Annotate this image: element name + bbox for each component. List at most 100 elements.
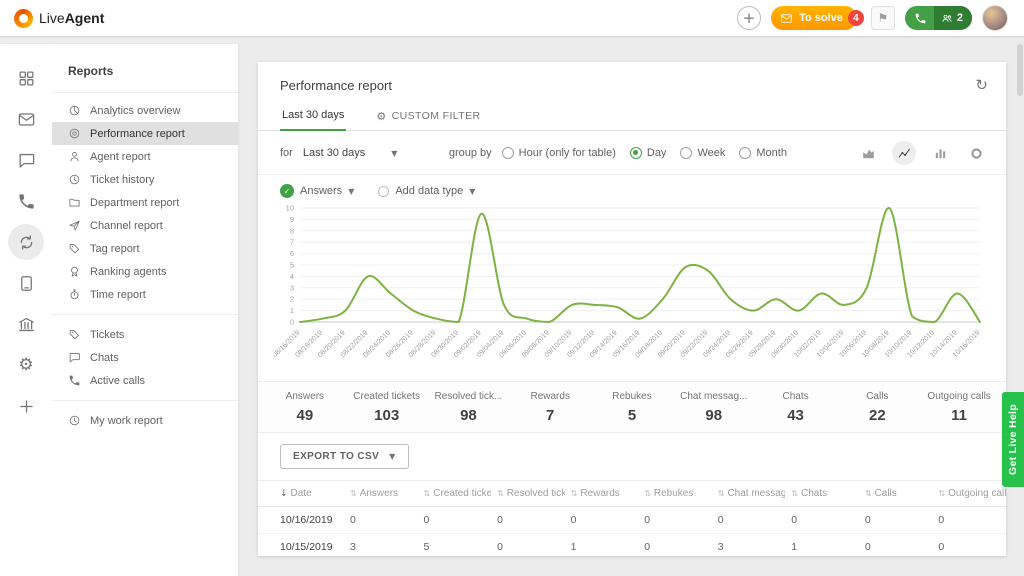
sidebar-item-analytics-overview[interactable]: Analytics overview bbox=[52, 99, 238, 122]
clock-icon bbox=[68, 173, 81, 186]
empty-circle-icon bbox=[378, 186, 389, 197]
reports-sidebar: Reports Analytics overviewPerformance re… bbox=[52, 44, 238, 576]
column-header-chat-messages[interactable]: ⇅Chat messages bbox=[712, 481, 786, 507]
chart-type-area-button[interactable] bbox=[856, 141, 880, 165]
sidebar-divider bbox=[52, 400, 238, 401]
column-header-rebukes[interactable]: ⇅Rebukes bbox=[638, 481, 712, 507]
export-csv-button[interactable]: EXPORT TO CSV ▼ bbox=[280, 444, 409, 469]
liveagent-logo-icon bbox=[14, 9, 33, 28]
chart-type-line-button[interactable] bbox=[892, 141, 916, 165]
sidebar-item-department-report[interactable]: Department report bbox=[52, 191, 238, 214]
rail-item-calls[interactable] bbox=[8, 183, 44, 219]
column-header-resolved-tickets[interactable]: ⇅Resolved tickets bbox=[491, 481, 565, 507]
add-data-type-dropdown[interactable]: Add data type ▼ bbox=[378, 185, 475, 197]
gear-icon: ⚙ bbox=[376, 111, 386, 122]
phone-icon bbox=[68, 374, 81, 387]
sidebar-item-performance-report[interactable]: Performance report bbox=[52, 122, 238, 145]
column-header-rewards[interactable]: ⇅Rewards bbox=[565, 481, 639, 507]
sidebar-item-label: Chats bbox=[90, 352, 119, 364]
mail-icon bbox=[780, 12, 793, 25]
column-header-calls[interactable]: ⇅Calls bbox=[859, 481, 933, 507]
tab-last-30-days[interactable]: Last 30 days bbox=[280, 103, 346, 131]
table-cell: 1 bbox=[565, 534, 639, 557]
date-range-select[interactable]: Last 30 days ▼ bbox=[303, 147, 423, 159]
get-live-help-button[interactable]: Get Live Help bbox=[1002, 392, 1024, 487]
column-label: Chats bbox=[801, 488, 827, 499]
chart-type-bars-button[interactable] bbox=[928, 141, 952, 165]
tag-icon bbox=[68, 328, 81, 341]
medal-icon bbox=[68, 265, 81, 278]
rail-item-settings[interactable]: ⚙ bbox=[8, 347, 44, 383]
svg-text:10: 10 bbox=[286, 204, 294, 213]
to-solve-button[interactable]: To solve bbox=[771, 6, 857, 30]
sidebar-item-channel-report[interactable]: Channel report bbox=[52, 214, 238, 237]
column-header-answers[interactable]: ⇅Answers bbox=[344, 481, 418, 507]
metric-calls: Calls22 bbox=[836, 391, 918, 424]
avatar[interactable] bbox=[982, 5, 1008, 31]
sidebar-item-tag-report[interactable]: Tag report bbox=[52, 237, 238, 260]
radio-circle-icon bbox=[502, 147, 514, 159]
table-cell: 0 bbox=[344, 507, 418, 534]
column-label: Date bbox=[291, 488, 312, 499]
metric-answers: Answers49 bbox=[264, 391, 346, 424]
sidebar-item-ranking-agents[interactable]: Ranking agents bbox=[52, 260, 238, 283]
column-label: Answers bbox=[360, 488, 398, 499]
sidebar-item-ticket-history[interactable]: Ticket history bbox=[52, 168, 238, 191]
sort-icon: ⇅ bbox=[718, 489, 725, 498]
sidebar-item-active-calls[interactable]: Active calls bbox=[52, 369, 238, 392]
sidebar-item-label: Ticket history bbox=[90, 174, 154, 186]
rail-item-reports[interactable] bbox=[8, 224, 44, 260]
rail-item-contacts[interactable] bbox=[8, 265, 44, 301]
table-cell: 0 bbox=[859, 507, 933, 534]
chart-type-donut-button[interactable] bbox=[964, 141, 988, 165]
to-solve-wrap: To solve 4 bbox=[771, 6, 857, 30]
group-by-radios: Hour (only for table) Day Week Month bbox=[502, 147, 787, 159]
svg-text:2: 2 bbox=[290, 295, 294, 304]
tab-label: Last 30 days bbox=[282, 109, 344, 121]
calls-button[interactable]: 2 bbox=[905, 6, 972, 30]
metric-outgoing-calls: Outgoing calls11 bbox=[918, 391, 1000, 424]
series-answers-dropdown[interactable]: ✓ Answers ▼ bbox=[280, 184, 354, 198]
metric-value: 43 bbox=[755, 407, 837, 424]
radio-hour-only-for-table[interactable]: Hour (only for table) bbox=[502, 147, 616, 159]
liveagent-logo[interactable]: LiveAgent bbox=[14, 9, 104, 28]
tab-custom-filter[interactable]: ⚙ CUSTOM FILTER bbox=[374, 104, 482, 130]
flag-button[interactable]: ⚑ bbox=[871, 6, 895, 30]
sidebar-item-label: Tag report bbox=[90, 243, 140, 255]
add-new-button[interactable]: + bbox=[737, 6, 761, 30]
rail-item-dashboard[interactable] bbox=[8, 60, 44, 96]
radio-day[interactable]: Day bbox=[630, 147, 667, 159]
metric-label: Answers bbox=[264, 391, 346, 402]
page-title: Performance report bbox=[280, 78, 392, 93]
export-row: EXPORT TO CSV ▼ bbox=[258, 433, 1006, 480]
rail-item-add[interactable] bbox=[8, 388, 44, 424]
bank-icon bbox=[17, 315, 36, 334]
rail-item-billing[interactable] bbox=[8, 306, 44, 342]
metric-chat-messag: Chat messag...98 bbox=[673, 391, 755, 424]
scrollbar-thumb[interactable] bbox=[1017, 44, 1023, 96]
column-header-created-tickets[interactable]: ⇅Created tickets bbox=[418, 481, 492, 507]
sidebar-item-time-report[interactable]: Time report bbox=[52, 283, 238, 306]
table-cell: 0 bbox=[565, 507, 639, 534]
table-cell: 0 bbox=[932, 507, 1006, 534]
person-icon bbox=[68, 150, 81, 163]
metric-resolved-tick: Resolved tick...98 bbox=[428, 391, 510, 424]
radio-week[interactable]: Week bbox=[680, 147, 725, 159]
sidebar-item-my-work-report[interactable]: My work report bbox=[52, 409, 238, 432]
add-data-type-label: Add data type bbox=[395, 185, 463, 197]
refresh-icon[interactable]: ↻ bbox=[975, 78, 988, 93]
sidebar-item-chats[interactable]: Chats bbox=[52, 346, 238, 369]
radio-month[interactable]: Month bbox=[739, 147, 787, 159]
rail-item-tickets[interactable] bbox=[8, 101, 44, 137]
report-tabs: Last 30 days ⚙ CUSTOM FILTER bbox=[258, 103, 1006, 131]
radio-label: Day bbox=[647, 147, 667, 159]
column-header-date[interactable]: ↓Date bbox=[258, 481, 344, 507]
sidebar-item-tickets[interactable]: Tickets bbox=[52, 323, 238, 346]
column-header-chats[interactable]: ⇅Chats bbox=[785, 481, 859, 507]
column-header-outgoing-calls[interactable]: ⇅Outgoing calls bbox=[932, 481, 1006, 507]
chevron-down-icon: ▼ bbox=[469, 187, 475, 196]
for-label: for bbox=[280, 147, 293, 159]
rail-item-chats[interactable] bbox=[8, 142, 44, 178]
sidebar-item-agent-report[interactable]: Agent report bbox=[52, 145, 238, 168]
sidebar-list: Analytics overviewPerformance reportAgen… bbox=[52, 99, 238, 432]
